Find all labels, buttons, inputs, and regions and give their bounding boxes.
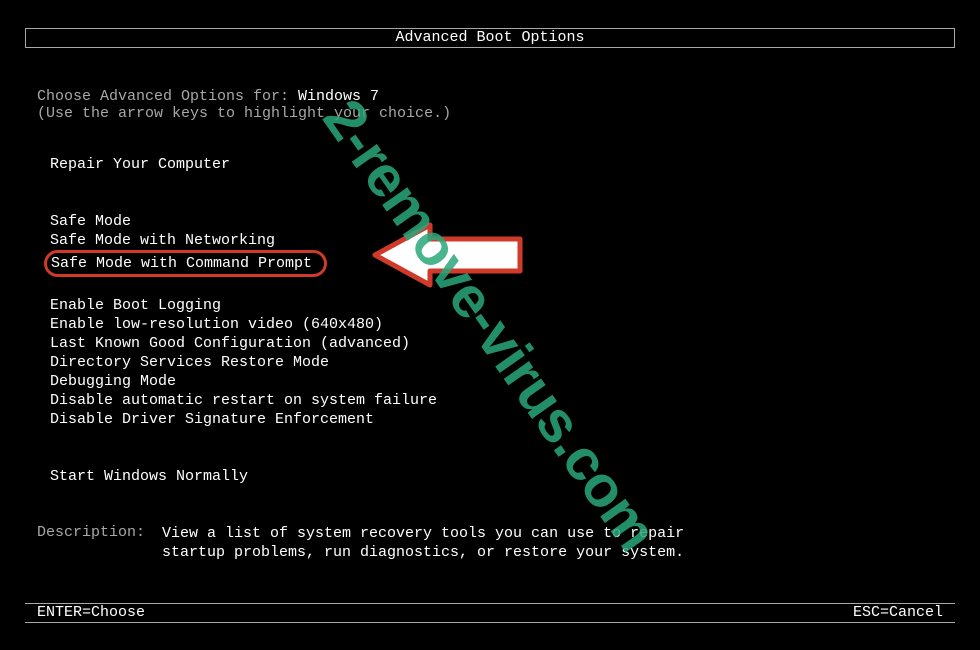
menu-item-start-normal[interactable]: Start Windows Normally bbox=[50, 467, 437, 486]
boot-menu: Repair Your Computer Safe Mode Safe Mode… bbox=[50, 155, 437, 486]
menu-item-no-drv-sig[interactable]: Disable Driver Signature Enforcement bbox=[50, 410, 437, 429]
prompt-prefix: Choose Advanced Options for: bbox=[37, 88, 298, 105]
footer-esc: ESC=Cancel bbox=[853, 604, 943, 622]
menu-item-no-auto-restart[interactable]: Disable automatic restart on system fail… bbox=[50, 391, 437, 410]
os-name: Windows 7 bbox=[298, 88, 379, 105]
hint-line: (Use the arrow keys to highlight your ch… bbox=[37, 105, 451, 122]
title-bar: Advanced Boot Options bbox=[25, 28, 955, 48]
description-line-1: View a list of system recovery tools you… bbox=[162, 524, 684, 543]
description-text: View a list of system recovery tools you… bbox=[162, 524, 684, 562]
menu-item-debug[interactable]: Debugging Mode bbox=[50, 372, 437, 391]
highlight-ring: Safe Mode with Command Prompt bbox=[44, 250, 327, 277]
menu-item-lkgc[interactable]: Last Known Good Configuration (advanced) bbox=[50, 334, 437, 353]
footer-bar: ENTER=Choose ESC=Cancel bbox=[25, 603, 955, 623]
title-text: Advanced Boot Options bbox=[395, 29, 584, 46]
description-label: Description: bbox=[37, 524, 162, 562]
arrow-icon bbox=[370, 215, 530, 295]
menu-item-repair[interactable]: Repair Your Computer bbox=[50, 155, 437, 174]
menu-item-boot-logging[interactable]: Enable Boot Logging bbox=[50, 296, 437, 315]
description: Description: View a list of system recov… bbox=[37, 524, 684, 562]
footer-enter: ENTER=Choose bbox=[37, 604, 145, 622]
prompt-line: Choose Advanced Options for: Windows 7 bbox=[37, 88, 379, 105]
menu-item-low-res[interactable]: Enable low-resolution video (640x480) bbox=[50, 315, 437, 334]
description-line-2: startup problems, run diagnostics, or re… bbox=[162, 543, 684, 562]
menu-item-dsrm[interactable]: Directory Services Restore Mode bbox=[50, 353, 437, 372]
